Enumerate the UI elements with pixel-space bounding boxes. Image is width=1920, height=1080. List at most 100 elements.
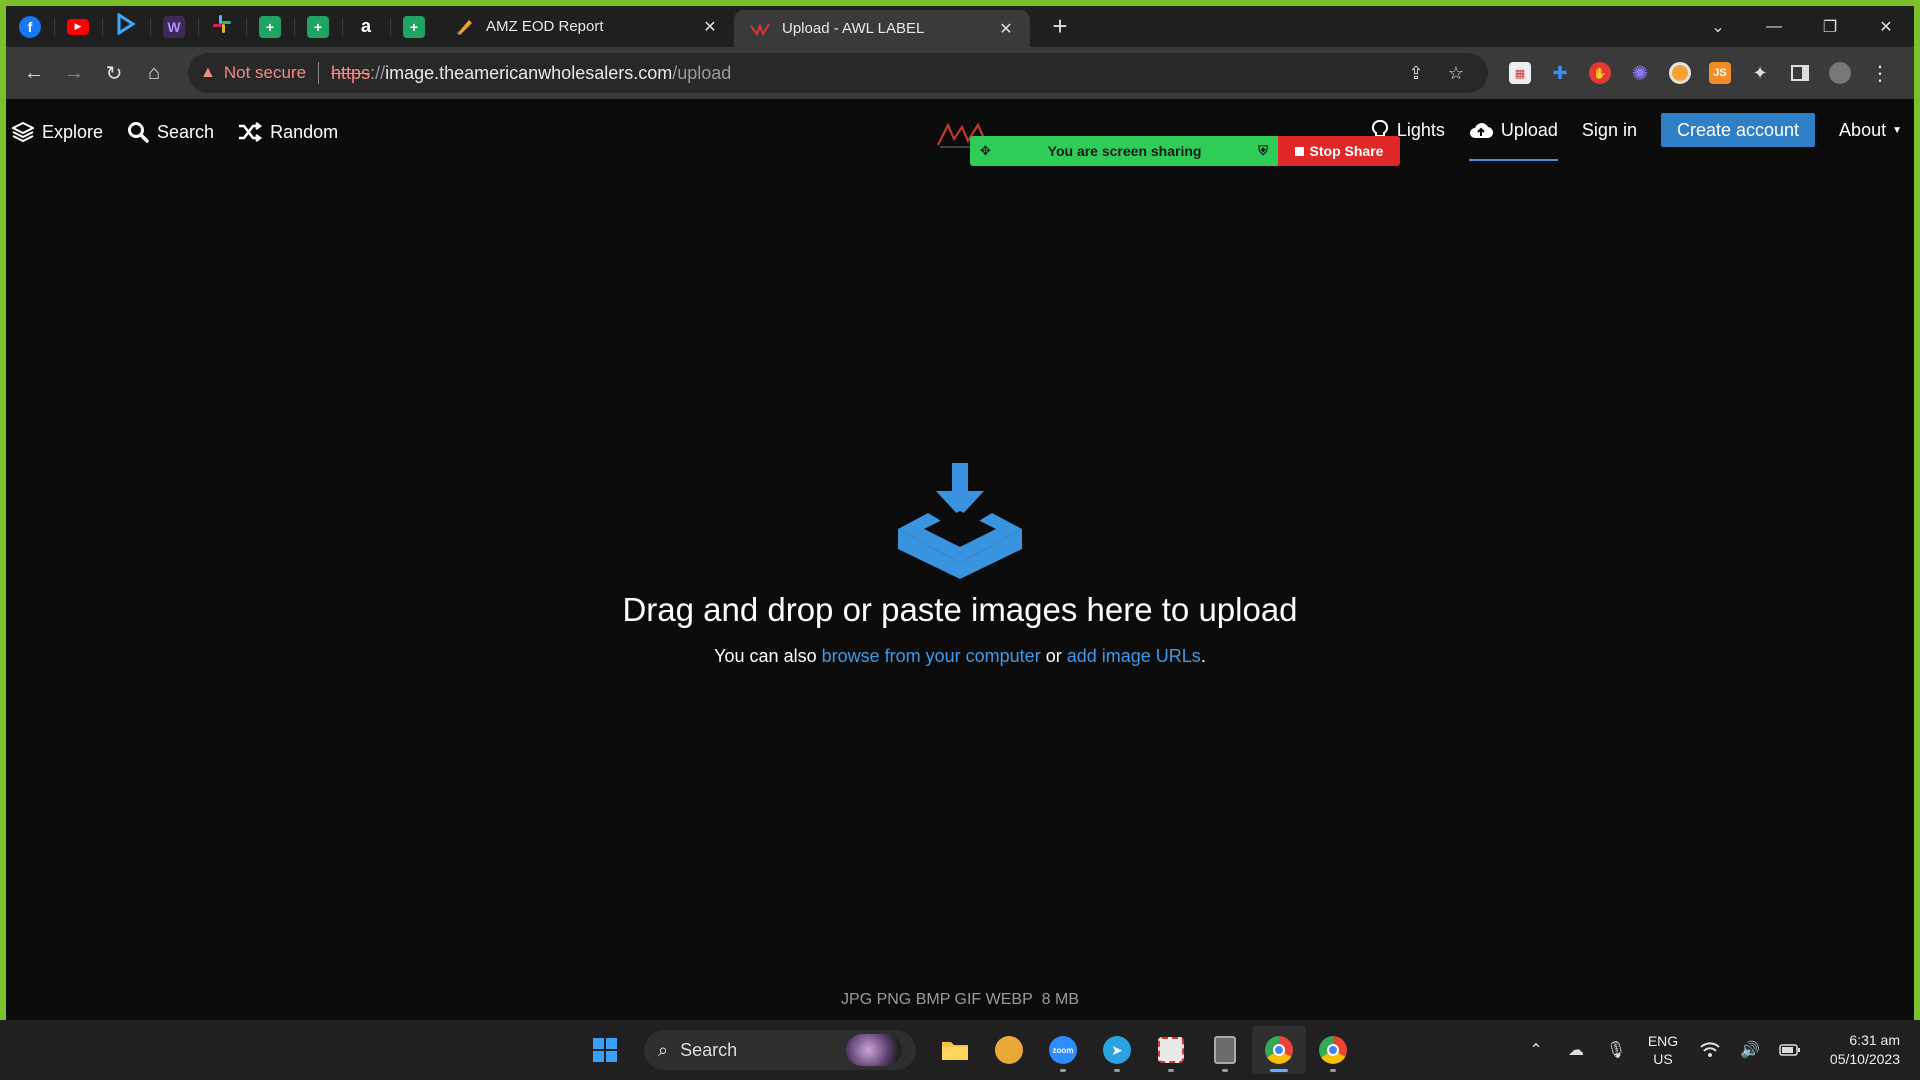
- cloud-upload-icon: [1469, 120, 1493, 140]
- windows-logo-icon: [593, 1038, 617, 1062]
- nav-explore[interactable]: Explore: [12, 121, 103, 143]
- taskbar-file-explorer[interactable]: [928, 1026, 982, 1074]
- stop-share-button[interactable]: Stop Share: [1278, 136, 1400, 166]
- extensions-puzzle-icon[interactable]: ✦: [1740, 53, 1780, 93]
- chrome-menu-icon[interactable]: ⋮: [1860, 53, 1900, 93]
- extension-1[interactable]: ▦: [1500, 53, 1540, 93]
- pinned-tab-sheets-2[interactable]: +: [294, 6, 342, 47]
- tab-title: Upload - AWL LABEL: [782, 20, 925, 37]
- nav-about[interactable]: About ▼: [1839, 111, 1902, 149]
- close-window-button[interactable]: ✕: [1858, 6, 1914, 47]
- share-icon[interactable]: ⇪: [1396, 63, 1436, 84]
- taskbar-chrome-profile-1[interactable]: [1252, 1026, 1306, 1074]
- taskbar-apps: ⌕ Search zoom ➤: [578, 1026, 1360, 1074]
- extension-3[interactable]: ✋: [1580, 53, 1620, 93]
- allowed-formats: JPG PNG BMP GIF WEBP 8 MB: [6, 991, 1914, 1009]
- home-button[interactable]: ⌂: [134, 53, 174, 93]
- profile-avatar[interactable]: [1820, 53, 1860, 93]
- chrome-icon: [1265, 1036, 1293, 1064]
- taskbar-calculator[interactable]: [1198, 1026, 1252, 1074]
- taskbar-telegram[interactable]: ➤: [1090, 1026, 1144, 1074]
- caret-down-icon: ▼: [1892, 124, 1902, 136]
- url-text[interactable]: https://image.theamericanwholesalers.com…: [331, 63, 731, 84]
- lang-bottom: US: [1653, 1051, 1673, 1067]
- taskbar-chrome-profile-2[interactable]: [1306, 1026, 1360, 1074]
- taskbar-clock[interactable]: 6:31 am 05/10/2023: [1810, 1031, 1920, 1069]
- pinned-tab-facebook[interactable]: f: [6, 6, 54, 47]
- telegram-icon: ➤: [1103, 1036, 1131, 1064]
- extension-stop-hand-icon: ✋: [1589, 62, 1611, 84]
- input-language[interactable]: ENG US: [1636, 1032, 1690, 1068]
- share-status[interactable]: ✥ You are screen sharing ⛨: [970, 136, 1278, 166]
- taskbar-app-character[interactable]: [982, 1026, 1036, 1074]
- extension-2[interactable]: ✚: [1540, 53, 1580, 93]
- bookmark-star-icon[interactable]: ☆: [1436, 63, 1476, 84]
- upload-tray-icon[interactable]: [894, 461, 1026, 581]
- extension-5[interactable]: [1660, 53, 1700, 93]
- tab-title: AMZ EOD Report: [486, 18, 604, 35]
- format-list: JPG PNG BMP GIF WEBP: [841, 991, 1033, 1008]
- battery-icon[interactable]: [1770, 1044, 1810, 1056]
- add-image-urls-link[interactable]: add image URLs: [1067, 646, 1201, 666]
- extension-6[interactable]: JS: [1700, 53, 1740, 93]
- onedrive-cloud-icon[interactable]: ☁: [1556, 1040, 1596, 1060]
- taskbar-zoom[interactable]: zoom: [1036, 1026, 1090, 1074]
- extension-4[interactable]: ✺: [1620, 53, 1660, 93]
- create-account-label: Create account: [1676, 119, 1800, 140]
- browse-computer-link[interactable]: browse from your computer: [822, 646, 1041, 666]
- forward-button[interactable]: →: [54, 53, 94, 93]
- sheets-icon: +: [307, 15, 329, 38]
- pinned-tab-play[interactable]: [102, 6, 150, 47]
- url-host-sep: ://: [370, 62, 386, 83]
- warning-icon: ▲: [200, 64, 216, 81]
- security-label[interactable]: Not secure: [224, 63, 306, 83]
- address-bar[interactable]: ▲ Not secure https://image.theamericanwh…: [188, 53, 1488, 93]
- taskbar-snipping-tool[interactable]: [1144, 1026, 1198, 1074]
- microphone-icon[interactable]: 🎙: [1596, 1040, 1636, 1060]
- tab-upload-awl-label[interactable]: Upload - AWL LABEL ✕: [734, 10, 1030, 47]
- pinned-tab-youtube[interactable]: ▶: [54, 6, 102, 47]
- url-host: image.theamericanwholesalers.com: [385, 62, 673, 83]
- reload-button[interactable]: ↻: [94, 53, 134, 93]
- site-nav-right: Lights Upload Sign in Create account Abo…: [1347, 111, 1902, 161]
- nav-search-label: Search: [157, 121, 215, 142]
- extensions-bar: ▦ ✚ ✋ ✺ JS ✦ ⋮: [1500, 53, 1900, 93]
- taskbar-search-label: Search: [680, 1039, 738, 1060]
- pencil-ruler-icon: [454, 17, 474, 37]
- back-button[interactable]: ←: [14, 53, 54, 93]
- tab-amz-eod-report[interactable]: AMZ EOD Report ✕: [438, 6, 734, 47]
- nav-search[interactable]: Search: [127, 121, 214, 143]
- pinned-tab-sheets-1[interactable]: +: [246, 6, 294, 47]
- volume-icon[interactable]: 🔊: [1730, 1040, 1770, 1060]
- close-tab-icon[interactable]: ✕: [996, 19, 1016, 39]
- tab-strip: f ▶ W + + a + AMZ EOD Report ✕ Upload - …: [6, 6, 1914, 47]
- chrome-icon: [1319, 1036, 1347, 1064]
- pinned-tab-amazon[interactable]: a: [342, 6, 390, 47]
- minimize-button[interactable]: —: [1746, 6, 1802, 47]
- calculator-icon: [1214, 1036, 1236, 1064]
- taskbar-search[interactable]: ⌕ Search: [644, 1030, 916, 1070]
- nav-random[interactable]: Random: [238, 122, 338, 143]
- tab-search-chevron-icon[interactable]: ⌄: [1690, 6, 1746, 47]
- browser-window: f ▶ W + + a + AMZ EOD Report ✕ Upload - …: [6, 6, 1914, 1020]
- restore-button[interactable]: ❐: [1802, 6, 1858, 47]
- close-tab-icon[interactable]: ✕: [700, 17, 720, 37]
- create-account-button[interactable]: Create account: [1660, 113, 1816, 147]
- start-button[interactable]: [578, 1026, 632, 1074]
- stop-share-label: Stop Share: [1309, 143, 1384, 159]
- wifi-icon[interactable]: [1690, 1042, 1730, 1058]
- pinned-tab-slack[interactable]: [198, 6, 246, 47]
- windows-taskbar: ⌕ Search zoom ➤ ⌃ ☁ 🎙 ENG US 🔊 6:31 am 0…: [0, 1020, 1920, 1080]
- pinned-tab-sheets-3[interactable]: +: [390, 6, 438, 47]
- nav-upload[interactable]: Upload: [1468, 111, 1558, 161]
- pinned-tabs: f ▶ W + + a +: [6, 6, 438, 47]
- side-panel-icon[interactable]: [1780, 53, 1820, 93]
- pinned-tab-w[interactable]: W: [150, 6, 198, 47]
- new-tab-button[interactable]: +: [1040, 6, 1080, 47]
- show-hidden-icons-chevron-icon[interactable]: ⌃: [1516, 1040, 1556, 1060]
- nav-explore-label: Explore: [42, 121, 104, 142]
- nav-sign-in[interactable]: Sign in: [1582, 111, 1637, 149]
- upload-subline: You can also browse from your computer o…: [6, 646, 1914, 667]
- drag-handle-icon[interactable]: ✥: [980, 143, 991, 159]
- shuffle-icon: [238, 122, 263, 142]
